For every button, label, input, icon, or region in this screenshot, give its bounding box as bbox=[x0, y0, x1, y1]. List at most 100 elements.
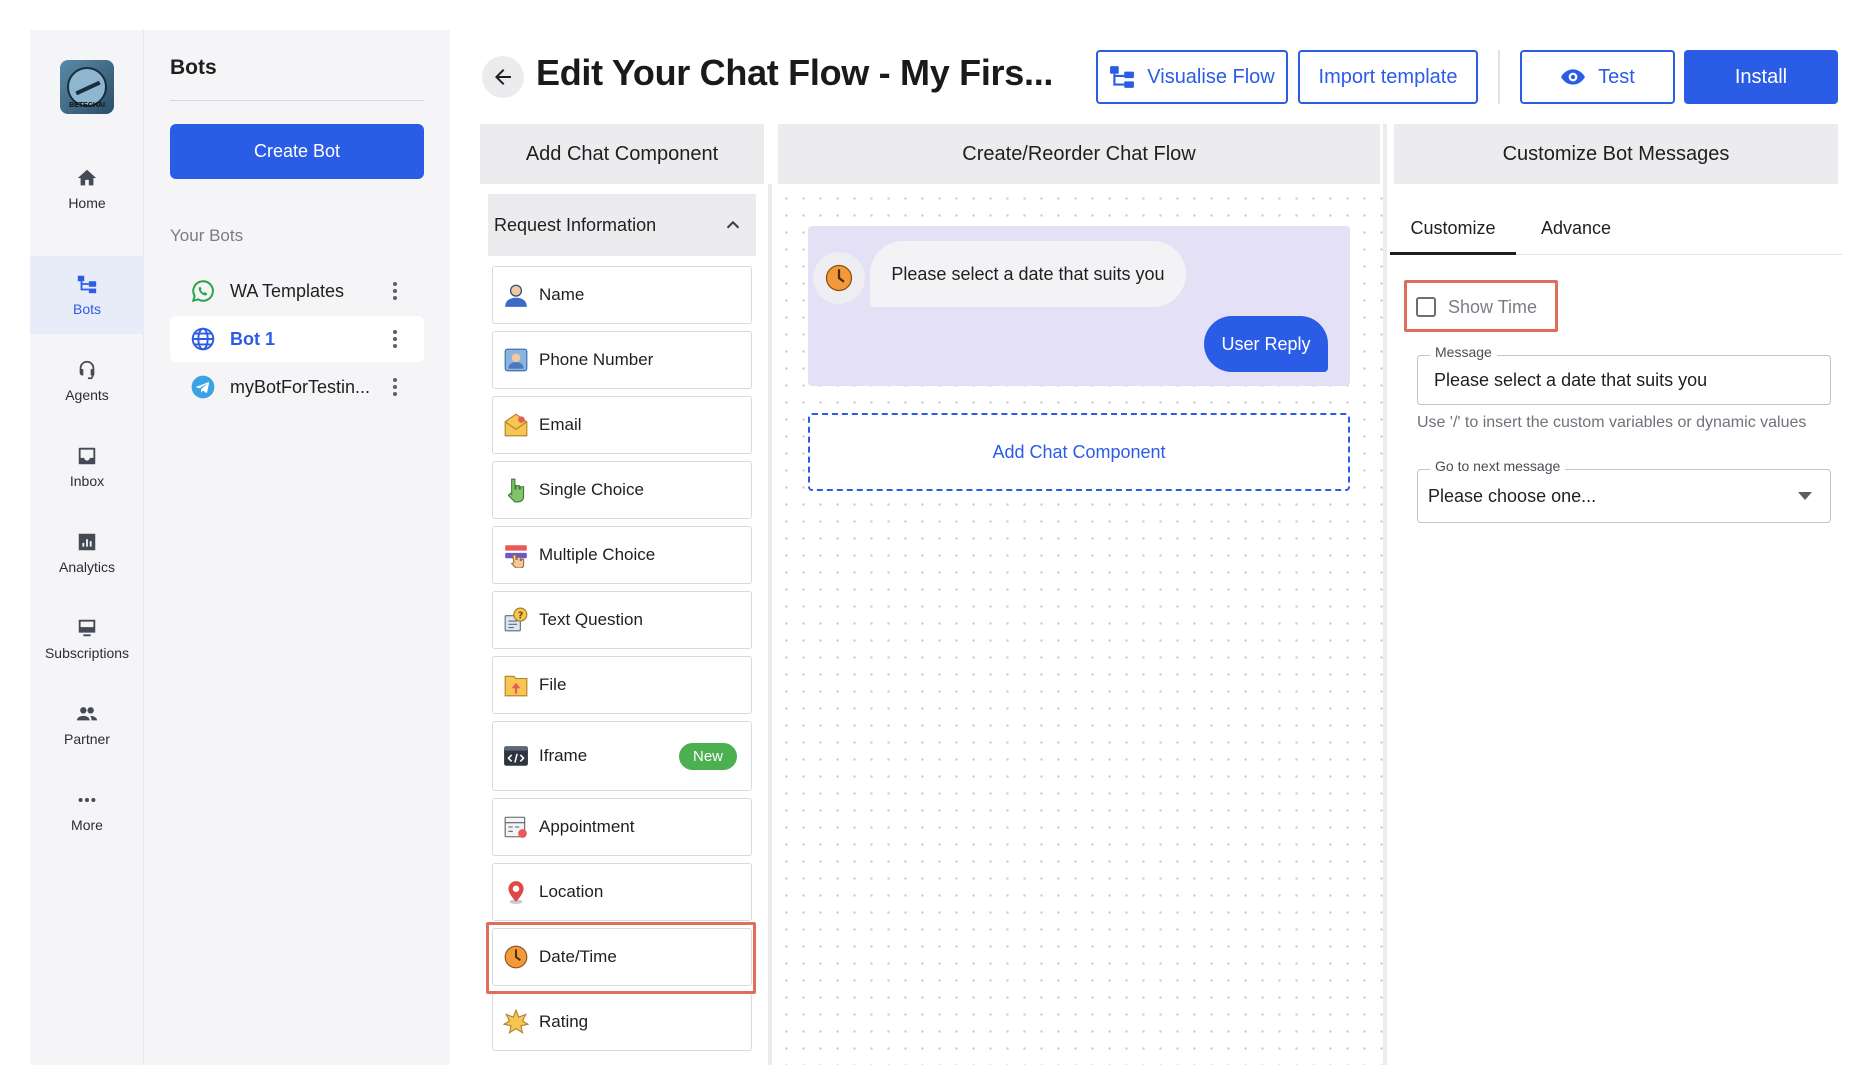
tab-advance[interactable]: Advance bbox=[1516, 200, 1636, 256]
nav-item-more[interactable]: More bbox=[30, 772, 144, 850]
component-label: Email bbox=[539, 415, 582, 434]
app-logo[interactable]: BETECHAI bbox=[60, 60, 114, 114]
message-value: Please select a date that suits you bbox=[1434, 369, 1708, 390]
message-field[interactable]: Please select a date that suits you bbox=[1417, 355, 1831, 405]
kebab-menu-icon[interactable] bbox=[386, 278, 404, 304]
nav-item-inbox[interactable]: Inbox bbox=[30, 428, 144, 506]
show-time-checkbox[interactable] bbox=[1416, 297, 1436, 317]
add-chat-component-dropzone[interactable]: Add Chat Component bbox=[808, 413, 1350, 491]
bots-icon bbox=[77, 275, 97, 294]
code-window-icon bbox=[504, 746, 528, 766]
component-label: Location bbox=[539, 882, 604, 901]
components-list: Request Information Name Phone Number Em… bbox=[480, 184, 764, 1065]
chevron-up-icon bbox=[726, 220, 740, 229]
nav-item-bots[interactable]: Bots bbox=[30, 256, 144, 334]
page-title: Edit Your Chat Flow - My Firs... bbox=[536, 52, 1054, 93]
component-text-question[interactable]: ? Text Question bbox=[492, 591, 752, 649]
nav-label: Agents bbox=[65, 387, 109, 403]
component-label: File bbox=[539, 675, 567, 694]
more-icon bbox=[78, 797, 96, 803]
clock-icon bbox=[504, 945, 528, 969]
component-date-time[interactable]: Date/Time bbox=[492, 928, 752, 986]
nav-item-analytics[interactable]: Analytics bbox=[30, 514, 144, 592]
component-single-choice[interactable]: Single Choice bbox=[492, 461, 752, 519]
section-label: Request Information bbox=[494, 214, 657, 235]
visualise-flow-button[interactable]: Visualise Flow bbox=[1096, 50, 1288, 104]
bot-item-label: myBotForTestin... bbox=[230, 376, 371, 397]
component-name[interactable]: Name bbox=[492, 266, 752, 324]
arrow-left-icon bbox=[495, 69, 511, 85]
flow-column-title: Create/Reorder Chat Flow bbox=[778, 124, 1380, 184]
subscriptions-icon bbox=[78, 619, 96, 637]
component-file[interactable]: File bbox=[492, 656, 752, 714]
kebab-menu-icon[interactable] bbox=[386, 326, 404, 352]
new-badge: New bbox=[678, 742, 737, 770]
svg-text:?: ? bbox=[518, 610, 524, 621]
telegram-icon bbox=[191, 375, 215, 399]
nav-label: Partner bbox=[64, 731, 110, 747]
question-note-icon: ? bbox=[504, 607, 528, 632]
create-bot-button[interactable]: Create Bot bbox=[170, 124, 424, 179]
component-email[interactable]: Email bbox=[492, 396, 752, 454]
nav-item-partner[interactable]: Partner bbox=[30, 686, 144, 764]
import-template-button[interactable]: Import template bbox=[1298, 50, 1478, 104]
components-column-title: Add Chat Component bbox=[480, 124, 764, 184]
component-appointment[interactable]: Appointment bbox=[492, 798, 752, 856]
phone-card-icon bbox=[504, 348, 528, 372]
nav-label: More bbox=[71, 817, 103, 833]
component-phone-number[interactable]: Phone Number bbox=[492, 331, 752, 389]
install-button[interactable]: Install bbox=[1684, 50, 1838, 104]
calendar-icon bbox=[504, 816, 527, 838]
bot-item-label: WA Templates bbox=[230, 280, 345, 301]
component-rating[interactable]: Rating bbox=[492, 993, 752, 1051]
nav-item-subscriptions[interactable]: Subscriptions bbox=[30, 600, 144, 678]
your-bots-label: Your Bots bbox=[170, 226, 244, 245]
component-label: Text Question bbox=[539, 610, 643, 629]
bot-item-label: Bot 1 bbox=[230, 328, 275, 349]
file-icon bbox=[504, 675, 528, 697]
bot-item-bot-1[interactable]: Bot 1 bbox=[170, 316, 424, 362]
tab-customize[interactable]: Customize bbox=[1390, 200, 1516, 256]
bot-item-mybotfortesting[interactable]: myBotForTestin... bbox=[170, 364, 424, 410]
bot-message-bubble[interactable]: Please select a date that suits you bbox=[870, 241, 1186, 307]
flow-chart-icon bbox=[1110, 66, 1135, 88]
request-information-section[interactable]: Request Information bbox=[488, 194, 756, 256]
nav-item-agents[interactable]: Agents bbox=[30, 342, 144, 420]
globe-icon bbox=[191, 327, 215, 351]
nav-label: Bots bbox=[72, 301, 101, 317]
message-field-label: Message bbox=[1430, 344, 1497, 360]
nav-item-home[interactable]: Home bbox=[30, 150, 144, 228]
divider bbox=[170, 100, 424, 101]
whatsapp-icon bbox=[191, 280, 214, 303]
clock-icon bbox=[825, 264, 853, 292]
nav-label: Analytics bbox=[58, 559, 116, 575]
divider bbox=[1498, 50, 1500, 104]
component-location[interactable]: Location bbox=[492, 863, 752, 921]
partner-icon bbox=[76, 707, 98, 721]
next-message-label: Go to next message bbox=[1430, 458, 1566, 474]
message-hint: Use '/' to insert the custom variables o… bbox=[1417, 414, 1807, 431]
bot-item-wa-templates[interactable]: WA Templates bbox=[170, 268, 424, 314]
nav-rail: BETECHAI Home Bots Agents Inbox Analytic… bbox=[30, 30, 144, 1065]
bot-avatar bbox=[813, 252, 865, 304]
kebab-menu-icon[interactable] bbox=[386, 374, 404, 400]
customize-column-title: Customize Bot Messages bbox=[1394, 124, 1838, 184]
active-tab-indicator bbox=[1390, 252, 1516, 255]
back-button[interactable] bbox=[482, 56, 524, 98]
visualise-flow-label: Visualise Flow bbox=[1147, 65, 1275, 88]
test-button[interactable]: Test bbox=[1520, 50, 1675, 104]
component-iframe[interactable]: Iframe New bbox=[492, 721, 752, 791]
person-icon bbox=[505, 284, 527, 307]
show-time-option[interactable]: Show Time bbox=[1416, 292, 1537, 322]
next-message-value: Please choose one... bbox=[1428, 485, 1597, 506]
component-label: Multiple Choice bbox=[539, 545, 656, 564]
inbox-icon bbox=[78, 447, 96, 465]
component-label: Name bbox=[539, 285, 585, 304]
component-multiple-choice[interactable]: Multiple Choice bbox=[492, 526, 752, 584]
divider bbox=[1383, 124, 1387, 1065]
eye-icon bbox=[1561, 69, 1586, 85]
dropdown-arrow-icon bbox=[1798, 492, 1812, 500]
bots-panel: Bots Create Bot Your Bots WA Templates B… bbox=[144, 30, 450, 1065]
nav-label: Inbox bbox=[69, 473, 105, 489]
next-message-select[interactable]: Please choose one... bbox=[1417, 469, 1831, 523]
